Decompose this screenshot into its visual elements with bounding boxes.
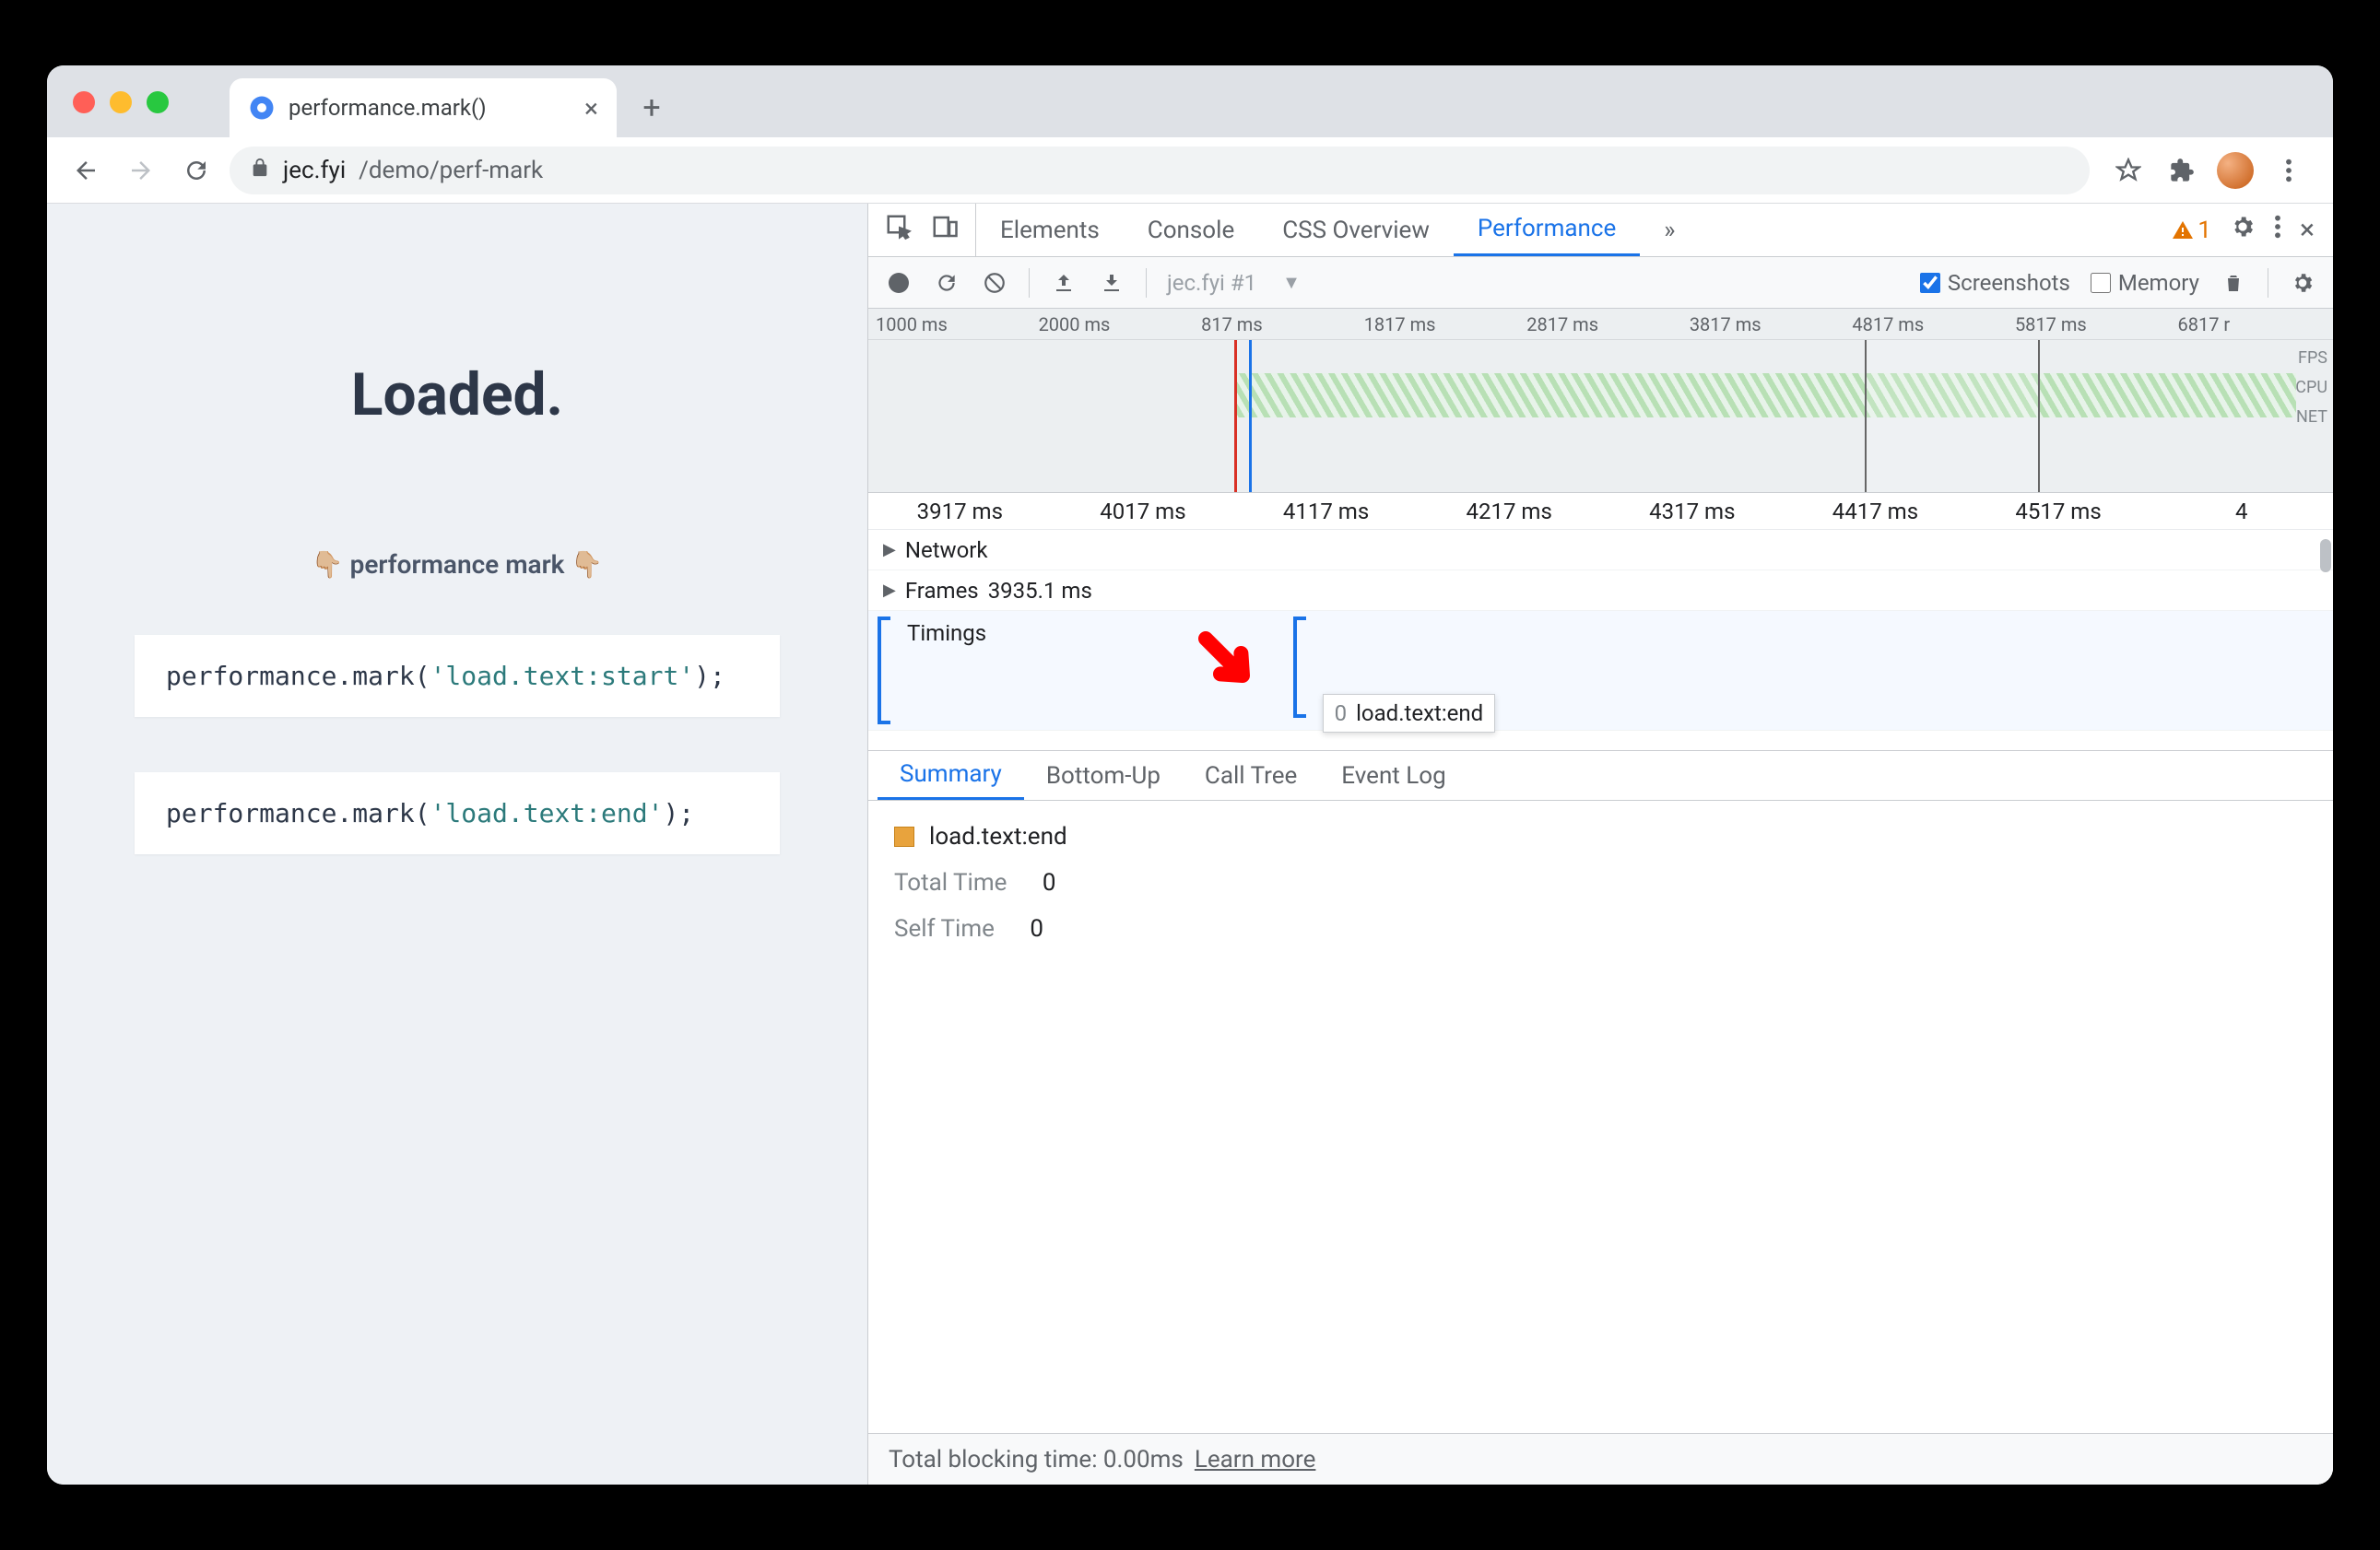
- detail-tabs: Summary Bottom-Up Call Tree Event Log: [868, 751, 2333, 801]
- flame-frames-row[interactable]: ▶ Frames 3935.1 ms: [868, 570, 2333, 611]
- tab-call-tree[interactable]: Call Tree: [1183, 751, 1319, 800]
- overview-dcl-marker: [1249, 340, 1252, 492]
- close-devtools-button[interactable]: ×: [2300, 214, 2315, 246]
- browser-window: performance.mark() × + jec.fyi/demo/perf…: [47, 65, 2333, 1485]
- annotation-arrow-icon: [1191, 624, 1265, 698]
- record-button[interactable]: [885, 269, 913, 297]
- timing-tooltip: 0 load.text:end: [1323, 694, 1496, 733]
- code-snippet: performance.mark('load.text:end');: [135, 772, 780, 854]
- reload-button[interactable]: [174, 148, 218, 193]
- url-host: jec.fyi: [283, 157, 346, 184]
- secure-icon: [250, 157, 270, 184]
- event-color-swatch: [894, 827, 914, 847]
- favicon-icon: [248, 94, 276, 122]
- timeline-overview[interactable]: 1000 ms 2000 ms 817 ms 1817 ms 2817 ms 3…: [868, 309, 2333, 493]
- memory-checkbox[interactable]: Memory: [2091, 270, 2199, 296]
- scrollbar-thumb[interactable]: [2320, 539, 2331, 572]
- flame-chart[interactable]: 3917 ms 4017 ms 4117 ms 4217 ms 4317 ms …: [868, 493, 2333, 751]
- tab-console[interactable]: Console: [1124, 204, 1258, 256]
- minimize-window-button[interactable]: [110, 91, 132, 113]
- tab-event-log[interactable]: Event Log: [1319, 751, 1467, 800]
- clear-button[interactable]: [981, 269, 1008, 297]
- flame-time-ruler: 3917 ms 4017 ms 4117 ms 4217 ms 4317 ms …: [868, 493, 2333, 530]
- reload-record-button[interactable]: [933, 269, 960, 297]
- tab-title: performance.mark(): [289, 95, 487, 121]
- devtools-menu-icon[interactable]: [2274, 214, 2281, 246]
- capture-settings-icon[interactable]: [2289, 269, 2316, 297]
- browser-tab[interactable]: performance.mark() ×: [230, 78, 617, 137]
- tab-elements[interactable]: Elements: [976, 204, 1124, 256]
- back-button[interactable]: [64, 148, 108, 193]
- more-tabs-button[interactable]: »: [1640, 204, 1699, 256]
- performance-toolbar: jec.fyi #1 ▼ Screenshots Memory: [868, 257, 2333, 309]
- tab-summary[interactable]: Summary: [878, 751, 1024, 800]
- summary-self-time: Self Time 0: [894, 915, 2307, 943]
- profile-avatar[interactable]: [2217, 152, 2254, 189]
- tab-css-overview[interactable]: CSS Overview: [1258, 204, 1454, 256]
- overview-lane-labels: FPS CPU NET: [2295, 344, 2327, 432]
- zoom-window-button[interactable]: [147, 91, 169, 113]
- devtools-tabs: Elements Console CSS Overview Performanc…: [868, 204, 2333, 257]
- forward-button[interactable]: [119, 148, 163, 193]
- summary-total-time: Total Time 0: [894, 869, 2307, 897]
- timing-mark[interactable]: [1293, 616, 1306, 718]
- upload-profile-button[interactable]: [1050, 269, 1078, 297]
- warnings-badge[interactable]: 1: [2172, 217, 2211, 244]
- frames-duration: 3935.1 ms: [988, 578, 1092, 604]
- download-profile-button[interactable]: [1098, 269, 1125, 297]
- code-snippet: performance.mark('load.text:start');: [135, 635, 780, 717]
- tab-strip: performance.mark() × +: [47, 65, 2333, 137]
- tab-bottom-up[interactable]: Bottom-Up: [1024, 751, 1183, 800]
- device-toolbar-icon[interactable]: [931, 213, 959, 247]
- window-controls: [73, 91, 169, 113]
- url-input[interactable]: jec.fyi/demo/perf-mark: [230, 147, 2090, 194]
- timings-bracket-icon: [878, 616, 890, 724]
- total-blocking-time-label: Total blocking time: 0.00ms: [889, 1446, 1184, 1474]
- new-tab-button[interactable]: +: [628, 84, 676, 132]
- devtools-panel: Elements Console CSS Overview Performanc…: [867, 204, 2333, 1485]
- disclosure-icon[interactable]: ▶: [883, 540, 896, 559]
- performance-footer: Total blocking time: 0.00ms Learn more: [868, 1433, 2333, 1485]
- summary-event-name: load.text:end: [894, 823, 2307, 851]
- bookmark-star-icon[interactable]: [2110, 152, 2147, 189]
- capture-select[interactable]: jec.fyi #1: [1167, 270, 1262, 296]
- summary-pane: load.text:end Total Time 0 Self Time 0: [868, 801, 2333, 1433]
- extensions-icon[interactable]: [2163, 152, 2200, 189]
- garbage-collect-icon[interactable]: [2220, 269, 2247, 297]
- page-heading: Loaded.: [351, 360, 563, 429]
- flame-network-row[interactable]: ▶ Network: [868, 530, 2333, 570]
- close-window-button[interactable]: [73, 91, 95, 113]
- overview-load-marker: [1234, 340, 1237, 492]
- address-bar: jec.fyi/demo/perf-mark: [47, 137, 2333, 204]
- close-tab-button[interactable]: ×: [584, 93, 598, 123]
- tab-performance[interactable]: Performance: [1454, 204, 1640, 256]
- page-content: Loaded. 👇🏼 performance mark 👇🏼 performan…: [47, 204, 867, 1485]
- disclosure-icon[interactable]: ▶: [883, 581, 896, 600]
- overview-viewport[interactable]: [1865, 340, 2041, 492]
- flame-timings-row[interactable]: Timings 0 load.text:end: [868, 611, 2333, 731]
- chrome-menu-icon[interactable]: [2270, 152, 2307, 189]
- overview-time-ruler: 1000 ms 2000 ms 817 ms 1817 ms 2817 ms 3…: [868, 309, 2333, 340]
- screenshots-checkbox[interactable]: Screenshots: [1920, 270, 2070, 296]
- capture-dropdown-icon[interactable]: ▼: [1282, 271, 1301, 294]
- inspect-element-icon[interactable]: [885, 213, 913, 247]
- settings-icon[interactable]: [2230, 214, 2256, 246]
- url-path: /demo/perf-mark: [359, 157, 543, 184]
- page-subheading: 👇🏼 performance mark 👇🏼: [312, 549, 604, 580]
- learn-more-link[interactable]: Learn more: [1195, 1446, 1316, 1474]
